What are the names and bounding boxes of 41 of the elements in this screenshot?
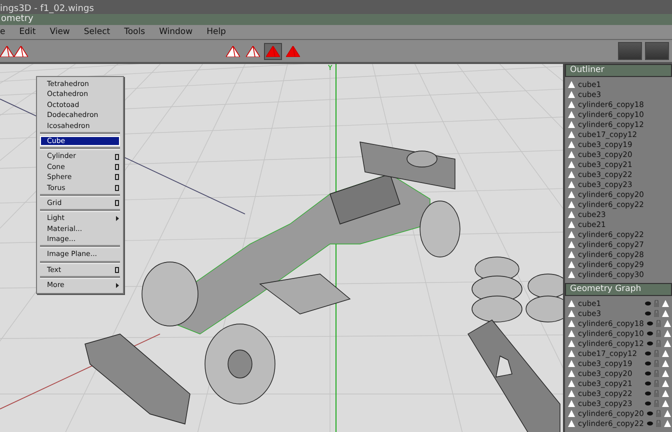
pyramid-icon — [286, 46, 300, 56]
option-box-icon — [115, 154, 119, 160]
menu-item[interactable]: Window — [152, 27, 200, 37]
menu-item[interactable]: Help — [200, 27, 233, 37]
pyramid-icon — [14, 46, 28, 56]
menu-item[interactable]: Select — [76, 27, 118, 37]
option-box-icon — [115, 267, 119, 274]
lock-icon — [656, 340, 661, 346]
lock-icon — [654, 350, 659, 356]
pyramid-icon — [246, 46, 260, 56]
menu-item[interactable]: Tools — [117, 27, 152, 37]
menu-item[interactable]: e — [0, 27, 12, 37]
option-box-icon — [115, 174, 119, 180]
panel-title: Outliner — [565, 64, 672, 77]
selection-mode-button[interactable] — [264, 42, 282, 60]
lock-icon — [656, 330, 661, 336]
submenu-arrow-icon — [116, 216, 119, 221]
menu-item[interactable]: View — [42, 27, 77, 37]
lock-icon — [654, 380, 659, 386]
lock-icon — [654, 360, 659, 366]
pyramid-icon — [266, 46, 280, 56]
lock-icon — [656, 410, 661, 416]
panel-title: Geometry Graph — [565, 283, 672, 296]
view-button[interactable] — [618, 42, 642, 60]
pyramid-icon — [0, 46, 14, 56]
lock-icon — [654, 310, 659, 316]
menu-item[interactable]: Edit — [12, 27, 43, 37]
lock-icon — [656, 420, 661, 426]
submenu-arrow-icon — [116, 282, 119, 288]
lock-icon — [654, 300, 659, 306]
view-button[interactable] — [645, 42, 669, 60]
window-title: ings3D - f1_02.wings — [0, 4, 94, 14]
option-box-icon — [115, 184, 119, 191]
geometry-window-title: ometry — [0, 14, 672, 25]
lock-icon — [654, 370, 659, 376]
pyramid-icon — [226, 46, 240, 56]
lock-icon — [656, 320, 661, 326]
option-box-icon — [115, 200, 119, 206]
lock-icon — [654, 390, 659, 396]
option-box-icon — [115, 164, 119, 170]
lock-icon — [654, 400, 659, 406]
